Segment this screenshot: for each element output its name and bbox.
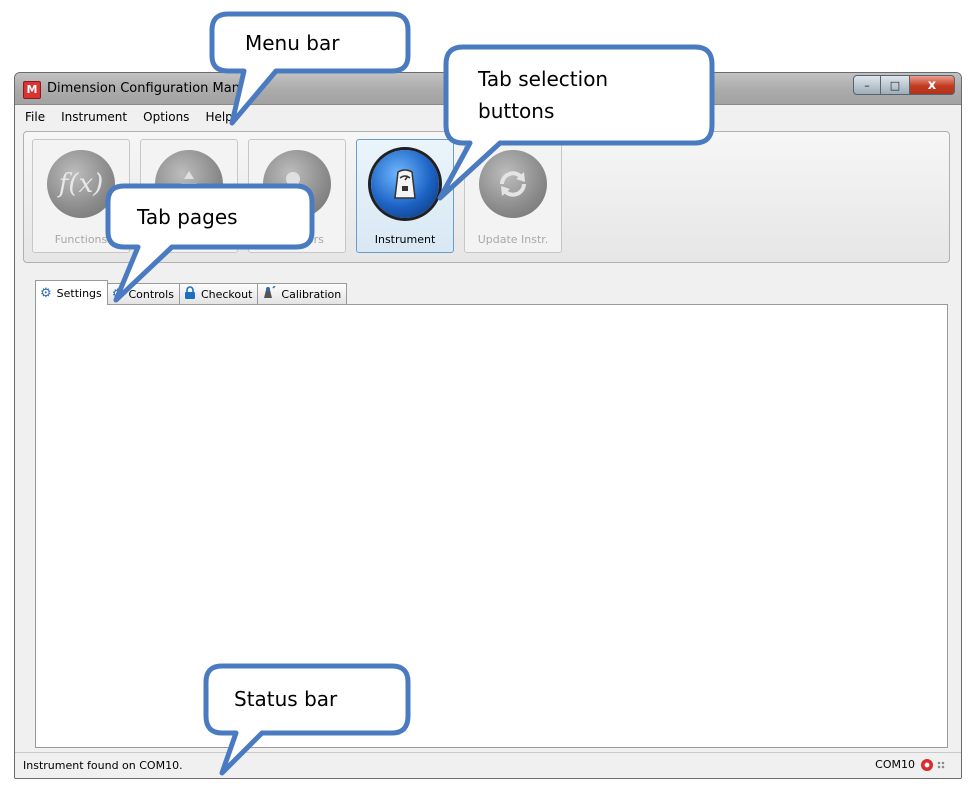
- tab-selection-callout-line1: Tab selection: [478, 67, 609, 91]
- tab-calibration[interactable]: Calibration: [257, 283, 348, 304]
- tab-page-content: [35, 304, 948, 748]
- views-button[interactable]: Views: [140, 139, 238, 253]
- update-instr-label: Update Instr.: [477, 233, 549, 246]
- tab-settings[interactable]: ⚙ Settings: [35, 280, 108, 305]
- views-label: Views: [173, 233, 205, 246]
- detectors-label: Detectors: [270, 233, 324, 246]
- app-logo-icon: M: [23, 81, 41, 99]
- detectors-icon: [263, 150, 331, 218]
- function-icon: f(x): [47, 150, 115, 218]
- tab-pages-callout-text: Tab pages: [137, 205, 238, 229]
- gears-icon: ⚙: [40, 285, 52, 301]
- gears-icon: ⚙: [111, 286, 124, 302]
- close-button[interactable]: x: [909, 75, 955, 95]
- tab-checkout-label: Checkout: [200, 287, 253, 301]
- menu-file[interactable]: File: [15, 110, 53, 124]
- menu-instrument[interactable]: Instrument: [53, 110, 135, 124]
- instrument-label: Instrument: [374, 233, 436, 246]
- minimize-button[interactable]: –: [853, 75, 881, 95]
- menu-help[interactable]: Help: [197, 110, 240, 124]
- menu-bar-callout-text: Menu bar: [245, 31, 340, 55]
- lock-icon: [184, 285, 196, 303]
- menu-options[interactable]: Options: [135, 110, 197, 124]
- tab-controls[interactable]: ⚙ Controls: [106, 283, 180, 304]
- instrument-button[interactable]: Instrument: [356, 139, 454, 253]
- tab-controls-label: Controls: [128, 287, 174, 301]
- functions-label: Functions: [54, 233, 108, 246]
- status-bar-callout-text: Status bar: [234, 687, 338, 711]
- resize-grip-icon[interactable]: [937, 760, 945, 769]
- instrument-icon: [371, 150, 439, 218]
- tab-checkout[interactable]: Checkout: [178, 283, 259, 304]
- status-message: Instrument found on COM10.: [23, 759, 183, 772]
- calibration-icon: [262, 284, 276, 303]
- tab-strip: ⚙ Settings ⚙ Controls Checkout Calibrati…: [35, 280, 348, 305]
- tab-calibration-label: Calibration: [281, 287, 342, 301]
- tab-settings-label: Settings: [56, 286, 102, 300]
- tab-selection-toolbar: f(x) Functions Views Detectors Instrumen…: [23, 131, 950, 263]
- functions-button[interactable]: f(x) Functions: [32, 139, 130, 253]
- maximize-button[interactable]: □: [881, 75, 909, 95]
- status-bar: Instrument found on COM10. COM10: [15, 752, 961, 778]
- app-window: M Dimension Configuration Man – □ x File…: [14, 72, 962, 779]
- detectors-button[interactable]: Detectors: [248, 139, 346, 253]
- tab-selection-callout-line2: buttons: [478, 99, 555, 123]
- connection-indicator-icon: [921, 758, 933, 771]
- status-port: COM10: [875, 758, 915, 771]
- window-title: Dimension Configuration Man: [47, 81, 240, 96]
- update-instr-button[interactable]: Update Instr.: [464, 139, 562, 253]
- update-icon: [479, 150, 547, 218]
